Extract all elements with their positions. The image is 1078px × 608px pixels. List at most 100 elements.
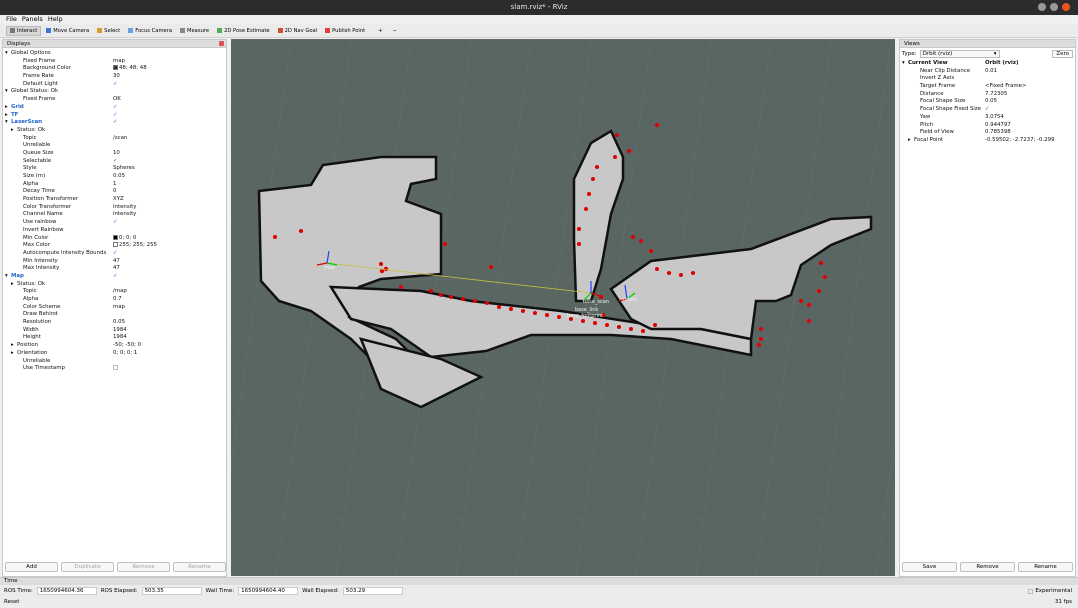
- property-row[interactable]: Focal Shape Size 0.05: [900, 98, 1075, 106]
- property-value[interactable]: [113, 142, 226, 150]
- property-row[interactable]: ▸ Status: Ok: [3, 127, 226, 135]
- property-row[interactable]: ▸ Position -50; -50; 0: [3, 342, 226, 350]
- zero-button[interactable]: Zero: [1052, 50, 1073, 58]
- tool-measure[interactable]: Measure: [177, 26, 212, 36]
- property-value[interactable]: 1984: [113, 327, 226, 335]
- add-tool-icon[interactable]: +: [378, 28, 382, 34]
- checkbox[interactable]: [113, 365, 118, 371]
- property-value[interactable]: ✓: [985, 106, 1075, 114]
- property-value[interactable]: 0.01: [985, 68, 1075, 76]
- maximize-icon[interactable]: [1050, 3, 1058, 11]
- property-row[interactable]: Channel Name intensity: [3, 211, 226, 219]
- property-value[interactable]: ✓: [113, 119, 226, 127]
- property-row[interactable]: Yaw 3.0754: [900, 114, 1075, 122]
- property-row[interactable]: Color Transformer Intensity: [3, 204, 226, 212]
- tool-interact[interactable]: Interact: [6, 25, 42, 36]
- property-value[interactable]: Spheres: [113, 165, 226, 173]
- minimize-icon[interactable]: [1038, 3, 1046, 11]
- property-value[interactable]: 47: [113, 265, 226, 273]
- property-row[interactable]: Min Color 0; 0; 0: [3, 234, 226, 243]
- property-row[interactable]: Height 1984: [3, 334, 226, 342]
- property-value[interactable]: 3.0754: [985, 114, 1075, 122]
- property-row[interactable]: Field of View 0.785398: [900, 129, 1075, 137]
- menu-panels[interactable]: Panels: [22, 15, 43, 24]
- property-row[interactable]: Invert Rainbow: [3, 227, 226, 235]
- property-value[interactable]: 0.944797: [985, 122, 1075, 130]
- tool-2d-nav-goal[interactable]: 2D Nav Goal: [275, 26, 321, 36]
- property-row[interactable]: ▸ Grid ✓: [3, 104, 226, 112]
- property-row[interactable]: Alpha 1: [3, 181, 226, 189]
- property-row[interactable]: Width 1984: [3, 327, 226, 335]
- property-value[interactable]: intensity: [113, 211, 226, 219]
- property-value[interactable]: [113, 227, 226, 235]
- tool-publish-point[interactable]: Publish Point: [322, 26, 368, 36]
- property-value[interactable]: 0.05: [985, 98, 1075, 106]
- render-viewport[interactable]: map odom base_link base_scan base_footpr…: [231, 39, 895, 576]
- property-row[interactable]: ▾ Global Status: Ok: [3, 88, 226, 96]
- color-swatch[interactable]: [113, 242, 118, 248]
- rename-display-button[interactable]: Rename: [173, 562, 226, 572]
- property-row[interactable]: Invert Z Axis: [900, 75, 1075, 83]
- reset-button[interactable]: Reset: [4, 599, 19, 605]
- property-value[interactable]: ✓: [113, 112, 226, 120]
- property-row[interactable]: Position Transformer XYZ: [3, 196, 226, 204]
- property-row[interactable]: Topic/map: [3, 288, 226, 296]
- property-value[interactable]: map: [113, 58, 226, 66]
- add-button[interactable]: Add: [5, 562, 58, 572]
- rename-view-button[interactable]: Rename: [1018, 562, 1073, 572]
- property-row[interactable]: ▾ Current View Orbit (rviz): [900, 60, 1075, 68]
- property-row[interactable]: Default Light ✓: [3, 81, 226, 89]
- property-value[interactable]: -0.59502; -2.7237; -0.299: [985, 137, 1075, 145]
- property-value[interactable]: 0.05: [113, 173, 226, 181]
- remove-display-button[interactable]: Remove: [117, 562, 170, 572]
- property-row[interactable]: Distance 7.72305: [900, 91, 1075, 99]
- property-row[interactable]: ▸ Status: Ok: [3, 281, 226, 289]
- view-type-select[interactable]: Orbit (rviz) ▾: [919, 50, 1000, 58]
- property-value[interactable]: 10: [113, 150, 226, 158]
- close-panel-icon[interactable]: [219, 41, 224, 46]
- property-row[interactable]: Near Clip Distance 0.01: [900, 68, 1075, 76]
- property-value[interactable]: <Fixed Frame>: [985, 83, 1075, 91]
- color-swatch[interactable]: [113, 65, 118, 71]
- tool-select[interactable]: Select: [94, 26, 123, 36]
- property-value[interactable]: 0; 0; 0; 1: [113, 350, 226, 358]
- menu-file[interactable]: File: [6, 15, 17, 24]
- property-value[interactable]: [113, 281, 226, 289]
- property-value[interactable]: 48; 48; 48: [113, 65, 226, 73]
- property-row[interactable]: Max Color 255; 255; 255: [3, 242, 226, 250]
- property-value[interactable]: Orbit (rviz): [985, 60, 1075, 68]
- property-value[interactable]: ✓: [113, 219, 226, 227]
- property-row[interactable]: Resolution 0.05: [3, 319, 226, 327]
- property-value[interactable]: 0: [113, 188, 226, 196]
- property-value[interactable]: 47: [113, 258, 226, 266]
- property-value[interactable]: [113, 127, 226, 135]
- save-view-button[interactable]: Save: [902, 562, 957, 572]
- property-value[interactable]: 1: [113, 181, 226, 189]
- property-value[interactable]: 255; 255; 255: [113, 242, 226, 250]
- property-value[interactable]: 0.05: [113, 319, 226, 327]
- property-row[interactable]: Draw Behind: [3, 311, 226, 319]
- tool-move-camera[interactable]: Move Camera: [43, 26, 92, 36]
- property-row[interactable]: Min Intensity 47: [3, 258, 226, 266]
- property-row[interactable]: Fixed Frame map: [3, 58, 226, 66]
- property-row[interactable]: Use rainbow ✓: [3, 219, 226, 227]
- property-row[interactable]: ▸ Focal Point -0.59502; -2.7237; -0.299: [900, 137, 1075, 145]
- close-icon[interactable]: [1062, 3, 1070, 11]
- property-value[interactable]: [113, 358, 226, 366]
- property-value[interactable]: ✓: [113, 273, 226, 281]
- color-swatch[interactable]: [113, 234, 118, 240]
- property-value[interactable]: /scan: [113, 135, 226, 143]
- property-row[interactable]: Max Intensity 47: [3, 265, 226, 273]
- property-row[interactable]: ▾ LaserScan ✓: [3, 119, 226, 127]
- property-value[interactable]: 0.785398: [985, 129, 1075, 137]
- property-row[interactable]: Style Spheres: [3, 165, 226, 173]
- property-row[interactable]: Autocompute Intensity Bounds ✓: [3, 250, 226, 258]
- property-row[interactable]: Focal Shape Fixed Size ✓: [900, 106, 1075, 114]
- property-row[interactable]: Selectable ✓: [3, 158, 226, 166]
- property-value[interactable]: 0.7: [113, 296, 226, 304]
- property-row[interactable]: Alpha 0.7: [3, 296, 226, 304]
- menu-help[interactable]: Help: [48, 15, 63, 24]
- property-value[interactable]: 1984: [113, 334, 226, 342]
- property-row[interactable]: Background Color 48; 48; 48: [3, 65, 226, 73]
- property-row[interactable]: ▾ Global Options: [3, 50, 226, 58]
